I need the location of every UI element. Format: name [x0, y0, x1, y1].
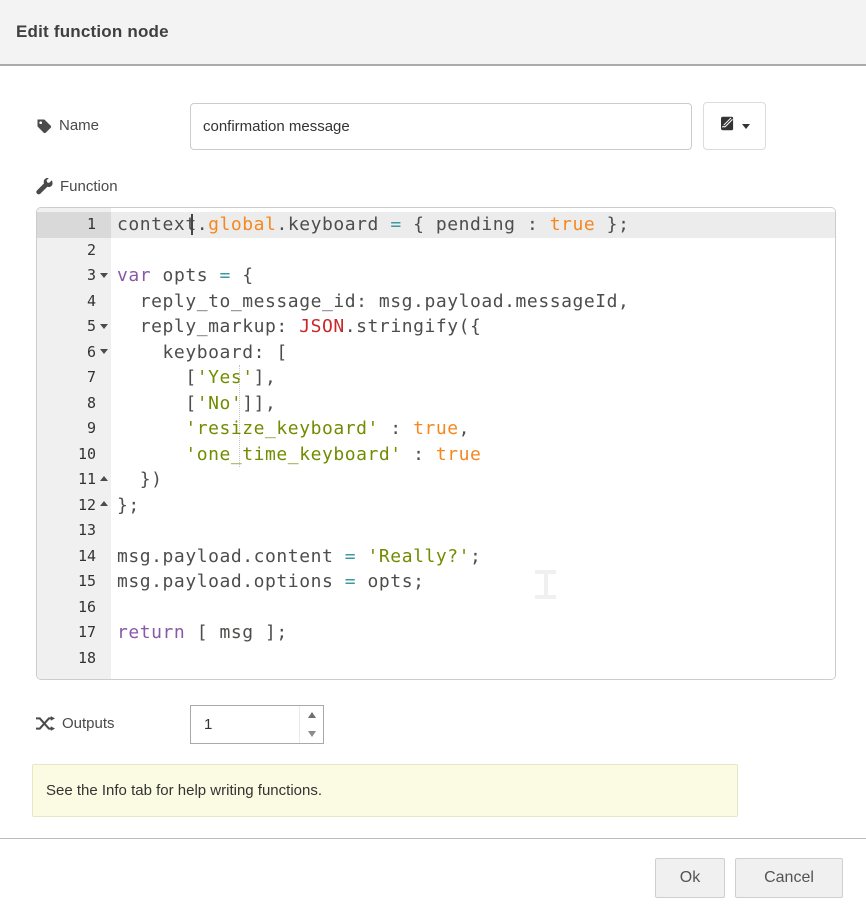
code-line[interactable]: msg.payload.options = opts;	[111, 569, 835, 595]
tag-icon	[36, 118, 52, 134]
code-line[interactable]: reply_markup: JSON.stringify({	[111, 314, 835, 340]
fold-close-icon[interactable]	[100, 476, 108, 481]
gutter-line-number[interactable]: 8	[37, 391, 111, 417]
gutter-line-number[interactable]: 12	[37, 493, 111, 519]
cancel-button[interactable]: Cancel	[735, 858, 843, 898]
gutter-line-number[interactable]: 2	[37, 238, 111, 264]
code-line[interactable]: ['No']],	[111, 391, 835, 417]
code-line[interactable]	[111, 646, 835, 672]
code-line[interactable]: 'resize_keyboard' : true,	[111, 416, 835, 442]
gutter-line-number[interactable]: 3	[37, 263, 111, 289]
code-line[interactable]	[111, 595, 835, 621]
code-line[interactable]: 'one_time_keyboard' : true	[111, 442, 835, 468]
fold-close-icon[interactable]	[100, 501, 108, 506]
gutter-line-number[interactable]: 17	[37, 620, 111, 646]
name-input[interactable]	[190, 103, 692, 150]
gutter-line-number[interactable]: 13	[37, 518, 111, 544]
gutter-line-number[interactable]: 11	[37, 467, 111, 493]
gutter-line-number[interactable]: 15	[37, 569, 111, 595]
spinner-down-icon	[308, 731, 316, 737]
code-line[interactable]: };	[111, 493, 835, 519]
info-tip-text: See the Info tab for help writing functi…	[33, 782, 322, 799]
code-line[interactable]	[111, 238, 835, 264]
spinner-up-icon	[308, 712, 316, 718]
spinner-down-button[interactable]	[300, 725, 323, 744]
gutter-line-number[interactable]: 14	[37, 544, 111, 570]
gutter-line-number[interactable]: 10	[37, 442, 111, 468]
dialog-header: Edit function node	[0, 0, 866, 66]
fold-open-icon[interactable]	[100, 273, 108, 278]
dialog-title: Edit function node	[0, 22, 169, 42]
function-label-group: Function	[36, 178, 118, 195]
code-editor[interactable]: 123456789101112131415161718 context.glob…	[36, 207, 836, 680]
code-line[interactable]: context.global.keyboard = { pending : tr…	[111, 212, 835, 238]
gutter-line-number[interactable]: 6	[37, 340, 111, 366]
wrench-icon	[36, 178, 53, 195]
caret-down-icon	[742, 124, 750, 129]
text-caret	[191, 214, 193, 235]
code-line[interactable]	[111, 518, 835, 544]
gutter-line-number[interactable]: 18	[37, 646, 111, 672]
ok-button[interactable]: Ok	[655, 858, 725, 898]
outputs-label: Outputs	[62, 715, 115, 732]
code-line[interactable]: ['Yes'],	[111, 365, 835, 391]
fold-open-icon[interactable]	[100, 324, 108, 329]
code-line[interactable]: })	[111, 467, 835, 493]
code-line[interactable]: reply_to_message_id: msg.payload.message…	[111, 289, 835, 315]
name-label: Name	[59, 117, 99, 134]
spinner-up-button[interactable]	[300, 706, 323, 725]
indent-guide	[239, 365, 240, 467]
shuffle-icon	[36, 716, 55, 731]
gutter-line-number[interactable]: 9	[37, 416, 111, 442]
info-tip-box: See the Info tab for help writing functi…	[32, 764, 738, 817]
footer-divider	[0, 838, 866, 839]
outputs-spinner	[190, 705, 324, 744]
code-line[interactable]: return [ msg ];	[111, 620, 835, 646]
gutter-line-number[interactable]: 5	[37, 314, 111, 340]
code-line[interactable]: var opts = {	[111, 263, 835, 289]
gutter-line-number[interactable]: 16	[37, 595, 111, 621]
code-line[interactable]: keyboard: [	[111, 340, 835, 366]
library-button[interactable]	[703, 102, 766, 150]
code-line[interactable]: msg.payload.content = 'Really?';	[111, 544, 835, 570]
gutter-line-number[interactable]: 7	[37, 365, 111, 391]
outputs-label-group: Outputs	[36, 715, 115, 732]
gutter-line-number[interactable]: 1	[37, 212, 111, 238]
book-icon	[719, 116, 736, 137]
gutter-line-number[interactable]: 4	[37, 289, 111, 315]
outputs-input[interactable]	[191, 706, 299, 743]
editor-gutter: 123456789101112131415161718	[37, 208, 111, 679]
editor-code[interactable]: context.global.keyboard = { pending : tr…	[111, 208, 835, 679]
function-label: Function	[60, 178, 118, 195]
name-label-group: Name	[36, 117, 99, 134]
fold-open-icon[interactable]	[100, 349, 108, 354]
